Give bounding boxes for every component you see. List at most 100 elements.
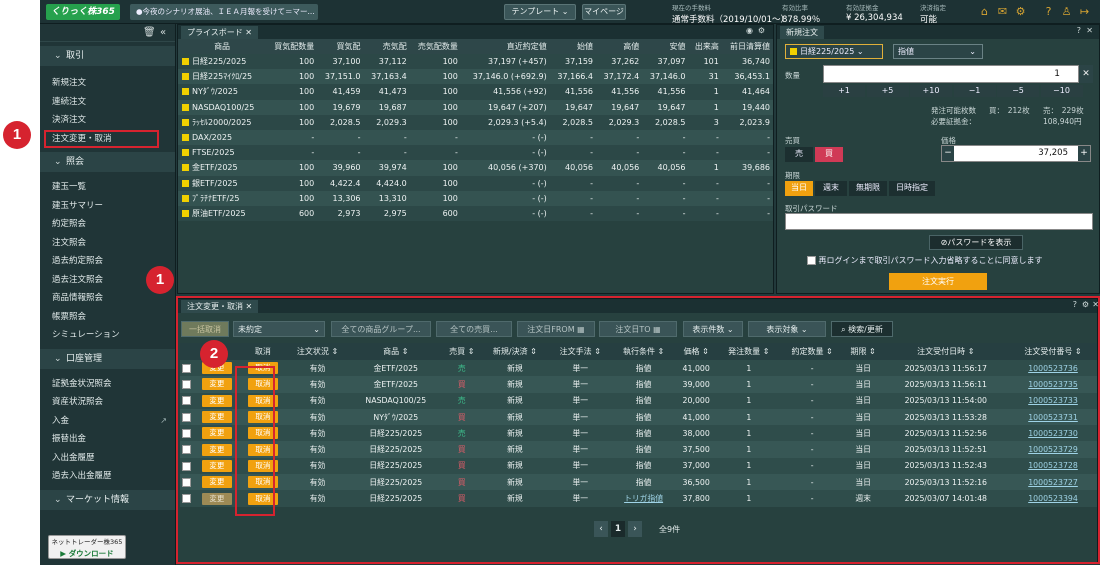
period-button[interactable]: 週末 xyxy=(815,181,847,196)
search-button[interactable]: ⌕ 検索/更新 xyxy=(831,321,893,337)
section-inquiry[interactable]: ⌄ 照会 xyxy=(40,152,175,172)
section-account[interactable]: ⌄ 口座管理 xyxy=(40,348,175,369)
sidebar-item-withdraw[interactable]: 振替出金 xyxy=(40,430,175,449)
cancel-button[interactable]: 取消 xyxy=(247,476,278,489)
sort-icon[interactable]: ⇕ xyxy=(465,347,475,356)
tab-new-order[interactable]: 新規注文 xyxy=(780,26,824,39)
tab-price-board[interactable]: プライスボード ✕ xyxy=(181,26,259,39)
qty-step-button[interactable]: −5 xyxy=(997,85,1039,97)
row-checkbox[interactable] xyxy=(182,445,192,455)
sidebar-item-deposit[interactable]: 入金 ↗ xyxy=(40,412,175,431)
qty-step-button[interactable]: −1 xyxy=(953,85,996,97)
sort-icon[interactable]: ⇕ xyxy=(655,347,665,356)
change-button[interactable]: 変更 xyxy=(201,411,232,424)
sidebar-item-settle-order[interactable]: 決済注文 xyxy=(40,111,175,130)
price-row[interactable]: 金ETF/2025 100 39,960 39,974 100 40,056 (+370)… xyxy=(178,160,773,176)
sidebar-item-reports[interactable]: 帳票照会 xyxy=(40,308,175,327)
price-input[interactable]: 37,205 xyxy=(941,145,1091,162)
cancel-button[interactable]: 取消 xyxy=(247,492,278,505)
next-page-button[interactable]: › xyxy=(628,521,642,537)
sort-icon[interactable]: ⇕ xyxy=(700,347,709,356)
change-button[interactable]: 変更 xyxy=(201,427,232,440)
eye-icon[interactable]: ◉ xyxy=(746,26,753,35)
order-col-header[interactable]: 注文状況 ⇕ xyxy=(285,343,350,360)
template-dropdown[interactable]: テンプレート ⌄ xyxy=(504,4,576,20)
price-row[interactable]: 銀ETF/2025 100 4,422.4 4,424.0 100- (-) - - - - - xyxy=(178,175,773,191)
gear-icon[interactable]: ⚙ xyxy=(1014,5,1027,18)
order-number-link[interactable]: 1000523394 xyxy=(1028,494,1078,503)
price-row[interactable]: ﾌﾟﾗﾁﾅETF/25 100 13,306 13,310 100- (-) - - - - - xyxy=(178,190,773,206)
change-button[interactable]: 変更 xyxy=(201,459,232,472)
close-icon[interactable]: ✕ xyxy=(1092,300,1099,309)
sort-icon[interactable]: ⇕ xyxy=(867,347,876,356)
order-col-header[interactable]: 価格 ⇕ xyxy=(675,343,718,360)
cancel-button[interactable]: 取消 xyxy=(247,443,278,456)
sidebar-item-continuous-order[interactable]: 連続注文 xyxy=(40,93,175,112)
home-icon[interactable]: ⌂ xyxy=(978,5,991,18)
row-checkbox[interactable] xyxy=(182,412,192,422)
bulk-cancel-button[interactable]: 一括取消 xyxy=(181,321,229,337)
sort-icon[interactable]: ⇕ xyxy=(1072,347,1082,356)
sidebar-item-change-cancel[interactable]: 注文変更・取消 xyxy=(44,129,159,148)
sort-icon[interactable]: ⇕ xyxy=(528,347,537,356)
status-filter-select[interactable]: 未約定 ⌄ xyxy=(233,321,325,337)
order-number-link[interactable]: 1000523731 xyxy=(1028,413,1078,422)
price-row[interactable]: NASDAQ100/25 100 19,679 19,687 100 19,647 (+2… xyxy=(178,99,773,115)
cancel-button[interactable]: 取消 xyxy=(247,459,278,472)
sidebar-item-asset-status[interactable]: 資産状況照会 xyxy=(40,393,175,412)
section-trade[interactable]: ⌄ 取引 xyxy=(40,46,175,66)
cancel-button[interactable]: 取消 xyxy=(247,378,278,391)
order-type-select[interactable]: 指値 ⌄ xyxy=(893,44,983,59)
row-checkbox[interactable] xyxy=(182,380,192,390)
order-col-header[interactable]: 売買 ⇕ xyxy=(442,343,482,360)
order-number-link[interactable]: 1000523735 xyxy=(1028,380,1078,389)
help-icon[interactable]: ? xyxy=(1077,26,1081,35)
sidebar-item-positions[interactable]: 建玉一覧 xyxy=(40,178,175,197)
price-minus-button[interactable]: − xyxy=(942,146,954,161)
sidebar-item-simulation[interactable]: シミュレーション xyxy=(40,326,175,345)
sidebar-item-position-summary[interactable]: 建玉サマリー xyxy=(40,197,175,216)
order-col-header[interactable]: 注文受付番号 ⇕ xyxy=(1009,343,1097,360)
collapse-icon[interactable]: « xyxy=(160,27,166,38)
row-checkbox[interactable] xyxy=(182,477,192,487)
row-checkbox[interactable] xyxy=(182,363,192,373)
row-checkbox[interactable] xyxy=(182,461,192,471)
sort-icon[interactable]: ⇕ xyxy=(592,347,601,356)
cancel-button[interactable]: 取消 xyxy=(247,362,278,375)
sort-icon[interactable]: ⇕ xyxy=(965,347,975,356)
change-button[interactable]: 変更 xyxy=(201,394,232,407)
buy-button[interactable]: 買 xyxy=(815,147,843,162)
price-plus-button[interactable]: + xyxy=(1078,146,1090,161)
sidebar-item-margin-status[interactable]: 証拠金状況照会 xyxy=(40,375,175,394)
news-ticker[interactable]: ●今夜のシナリオ展油、ＩＥＡ月報を受けて＝マー... xyxy=(130,4,318,20)
period-button[interactable]: 当日 xyxy=(785,181,813,196)
count-select[interactable]: 表示件数 ⌄ xyxy=(683,321,743,337)
qty-input[interactable]: 1 xyxy=(823,65,1079,83)
order-col-header[interactable]: 期限 ⇕ xyxy=(843,343,883,360)
order-number-link[interactable]: 1000523730 xyxy=(1028,429,1078,438)
change-button[interactable]: 変更 xyxy=(201,443,232,456)
change-button[interactable]: 変更 xyxy=(201,378,232,391)
sort-icon[interactable]: ⇕ xyxy=(760,347,770,356)
price-row[interactable]: 日経225ﾏｲｸﾛ/25 100 37,151.0 37,163.4 100 37,146… xyxy=(178,69,773,85)
remember-password-checkbox[interactable]: 再ログインまで取引パスワード入力省略することに同意します xyxy=(807,255,1043,266)
trash-icon[interactable]: 🗑 xyxy=(143,27,156,38)
order-col-header[interactable]: 注文受付日時 ⇕ xyxy=(882,343,1010,360)
row-checkbox[interactable] xyxy=(182,429,192,439)
qty-step-button[interactable]: +1 xyxy=(823,85,865,97)
sidebar-item-orders[interactable]: 注文照会 xyxy=(40,234,175,253)
qty-step-button[interactable]: −10 xyxy=(1040,85,1083,97)
sidebar-item-cash-history[interactable]: 入出金履歴 xyxy=(40,449,175,468)
settings-icon[interactable]: ⚙ xyxy=(1082,300,1089,309)
row-checkbox[interactable] xyxy=(182,396,192,406)
change-button[interactable]: 変更 xyxy=(201,492,232,505)
order-number-link[interactable]: 1000523727 xyxy=(1028,478,1078,487)
password-input[interactable] xyxy=(785,213,1093,230)
page-number[interactable]: 1 xyxy=(611,521,625,537)
trade-filter-select[interactable]: 全ての売買... xyxy=(436,321,512,337)
row-checkbox[interactable] xyxy=(182,494,192,504)
settings-icon[interactable]: ⚙ xyxy=(758,26,765,35)
qty-step-button[interactable]: +10 xyxy=(910,85,952,97)
sort-icon[interactable]: ⇕ xyxy=(399,347,409,356)
price-row[interactable]: 日経225/2025 100 37,100 37,112 100 37,197 (+457… xyxy=(178,54,773,70)
